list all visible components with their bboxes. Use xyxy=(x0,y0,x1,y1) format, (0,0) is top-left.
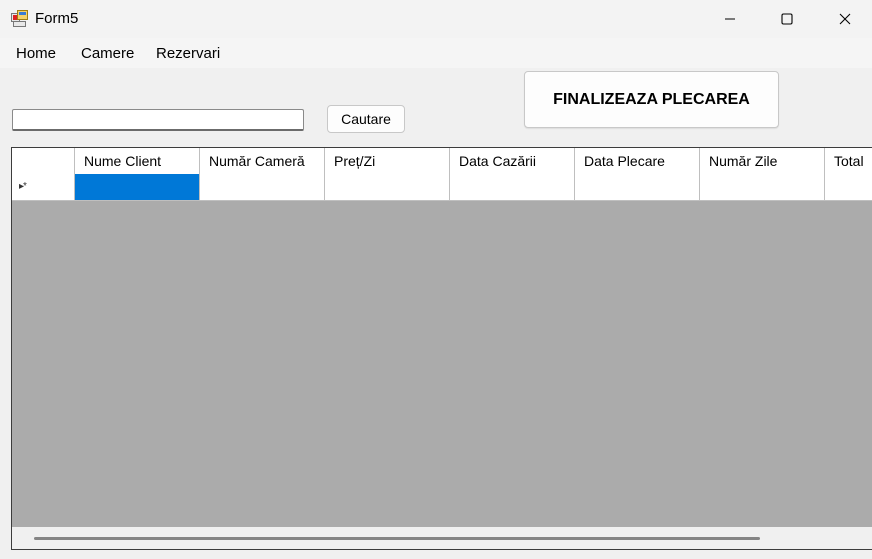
column-header[interactable]: Număr Cameră xyxy=(200,148,325,174)
minimize-button[interactable] xyxy=(707,0,753,38)
grid-header: Nume Client Număr Cameră Preț/Zi Data Ca… xyxy=(12,148,872,175)
table-cell[interactable] xyxy=(700,174,825,200)
column-header[interactable]: Nume Client xyxy=(75,148,200,174)
table-cell[interactable] xyxy=(825,174,864,200)
menu-camere[interactable]: Camere xyxy=(81,45,134,62)
reservations-grid[interactable]: Nume Client Număr Cameră Preț/Zi Data Ca… xyxy=(11,147,872,550)
menu-home[interactable]: Home xyxy=(16,45,56,62)
table-cell[interactable] xyxy=(200,174,325,200)
table-row-new[interactable]: ▸* xyxy=(12,174,872,201)
minimize-icon xyxy=(725,18,735,20)
horizontal-scrollbar[interactable] xyxy=(12,527,872,549)
close-icon xyxy=(839,13,851,25)
menu-rezervari[interactable]: Rezervari xyxy=(156,45,220,62)
table-cell[interactable] xyxy=(575,174,700,200)
column-header[interactable]: Data Plecare xyxy=(575,148,700,174)
column-header[interactable]: Total xyxy=(825,148,864,174)
title-bar: Form5 xyxy=(0,0,872,38)
maximize-button[interactable] xyxy=(764,0,810,38)
scrollbar-thumb[interactable] xyxy=(34,537,760,540)
menu-bar: Home Camere Rezervari xyxy=(0,38,872,68)
table-cell-selected[interactable] xyxy=(75,174,200,200)
window-title: Form5 xyxy=(35,10,79,27)
column-header[interactable]: Preț/Zi xyxy=(325,148,450,174)
new-row-marker: ▸* xyxy=(12,174,75,200)
finalize-checkout-button[interactable]: FINALIZEAZA PLECAREA xyxy=(524,71,779,128)
close-button[interactable] xyxy=(822,0,868,38)
app-icon xyxy=(11,10,28,27)
table-cell[interactable] xyxy=(325,174,450,200)
row-header-corner xyxy=(12,148,75,174)
search-input[interactable] xyxy=(12,109,304,131)
search-button[interactable]: Cautare xyxy=(327,105,405,133)
maximize-icon xyxy=(781,13,793,25)
table-cell[interactable] xyxy=(450,174,575,200)
column-header[interactable]: Data Cazării xyxy=(450,148,575,174)
column-header[interactable]: Număr Zile xyxy=(700,148,825,174)
